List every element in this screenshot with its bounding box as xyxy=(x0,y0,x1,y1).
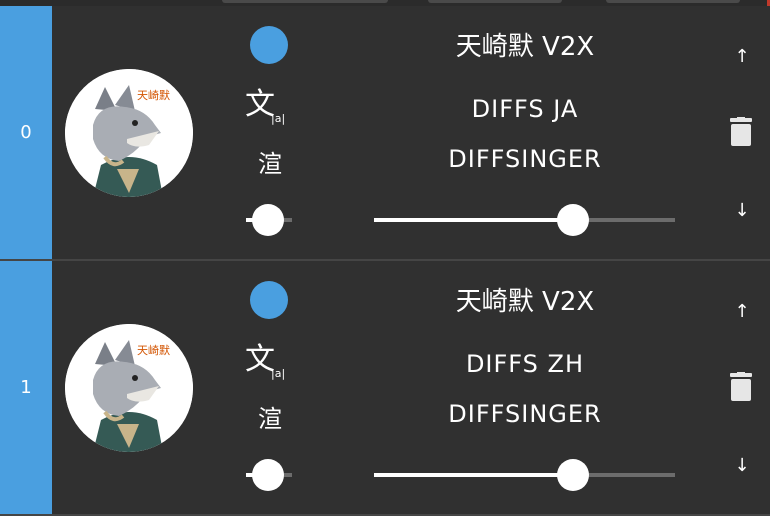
volume-slider[interactable] xyxy=(374,459,675,491)
move-up-icon[interactable]: ↑ xyxy=(730,46,754,67)
wolf-portrait-icon: 天崎默 xyxy=(65,324,193,452)
header-tab[interactable] xyxy=(606,0,740,3)
phonemizer-label[interactable]: DIFFS ZH xyxy=(380,350,670,378)
header-tab[interactable] xyxy=(222,0,388,3)
pan-knob[interactable] xyxy=(252,204,284,236)
volume-slider[interactable] xyxy=(374,204,675,236)
singer-avatar[interactable]: 天崎默 xyxy=(65,69,193,197)
track-number[interactable]: 1 xyxy=(0,261,52,514)
renderer-icon[interactable]: 渲 xyxy=(240,144,300,179)
wolf-portrait-icon: 天崎默 xyxy=(65,69,193,197)
track-color-button[interactable] xyxy=(250,26,288,64)
pan-slider[interactable] xyxy=(246,204,294,236)
move-up-icon[interactable]: ↑ xyxy=(730,301,754,322)
track-row[interactable]: 1 天崎默 文 |a| 渲 天崎默 V2X DIFFS ZH DIFFSINGE… xyxy=(0,261,770,516)
singer-name[interactable]: 天崎默 V2X xyxy=(380,26,670,63)
phonemizer-icon[interactable]: 文 |a| xyxy=(245,343,293,389)
phonemizer-sub: |a| xyxy=(271,367,286,380)
phonemizer-label[interactable]: DIFFS JA xyxy=(380,95,670,123)
renderer-label[interactable]: DIFFSINGER xyxy=(380,145,670,173)
pan-knob[interactable] xyxy=(252,459,284,491)
track-number[interactable]: 0 xyxy=(0,6,52,259)
pan-slider[interactable] xyxy=(246,459,294,491)
volume-knob[interactable] xyxy=(557,459,589,491)
track-row[interactable]: 0 天崎默 文 |a| 渲 天崎默 V2X DIFFS JA DIFFSINGE… xyxy=(0,6,770,261)
volume-fill xyxy=(374,473,573,477)
volume-fill xyxy=(374,218,573,222)
move-down-icon[interactable]: ↓ xyxy=(730,200,754,221)
header-tab[interactable] xyxy=(428,0,562,3)
svg-text:天崎默: 天崎默 xyxy=(137,343,170,357)
phonemizer-sub: |a| xyxy=(271,112,286,125)
singer-name[interactable]: 天崎默 V2X xyxy=(380,281,670,318)
renderer-label[interactable]: DIFFSINGER xyxy=(380,400,670,428)
trash-icon[interactable] xyxy=(729,372,753,402)
track-color-button[interactable] xyxy=(250,281,288,319)
svg-text:天崎默: 天崎默 xyxy=(137,88,170,102)
move-down-icon[interactable]: ↓ xyxy=(730,455,754,476)
trash-icon[interactable] xyxy=(729,117,753,147)
singer-avatar[interactable]: 天崎默 xyxy=(65,324,193,452)
renderer-icon[interactable]: 渲 xyxy=(240,399,300,434)
phonemizer-icon[interactable]: 文 |a| xyxy=(245,88,293,134)
volume-knob[interactable] xyxy=(557,204,589,236)
